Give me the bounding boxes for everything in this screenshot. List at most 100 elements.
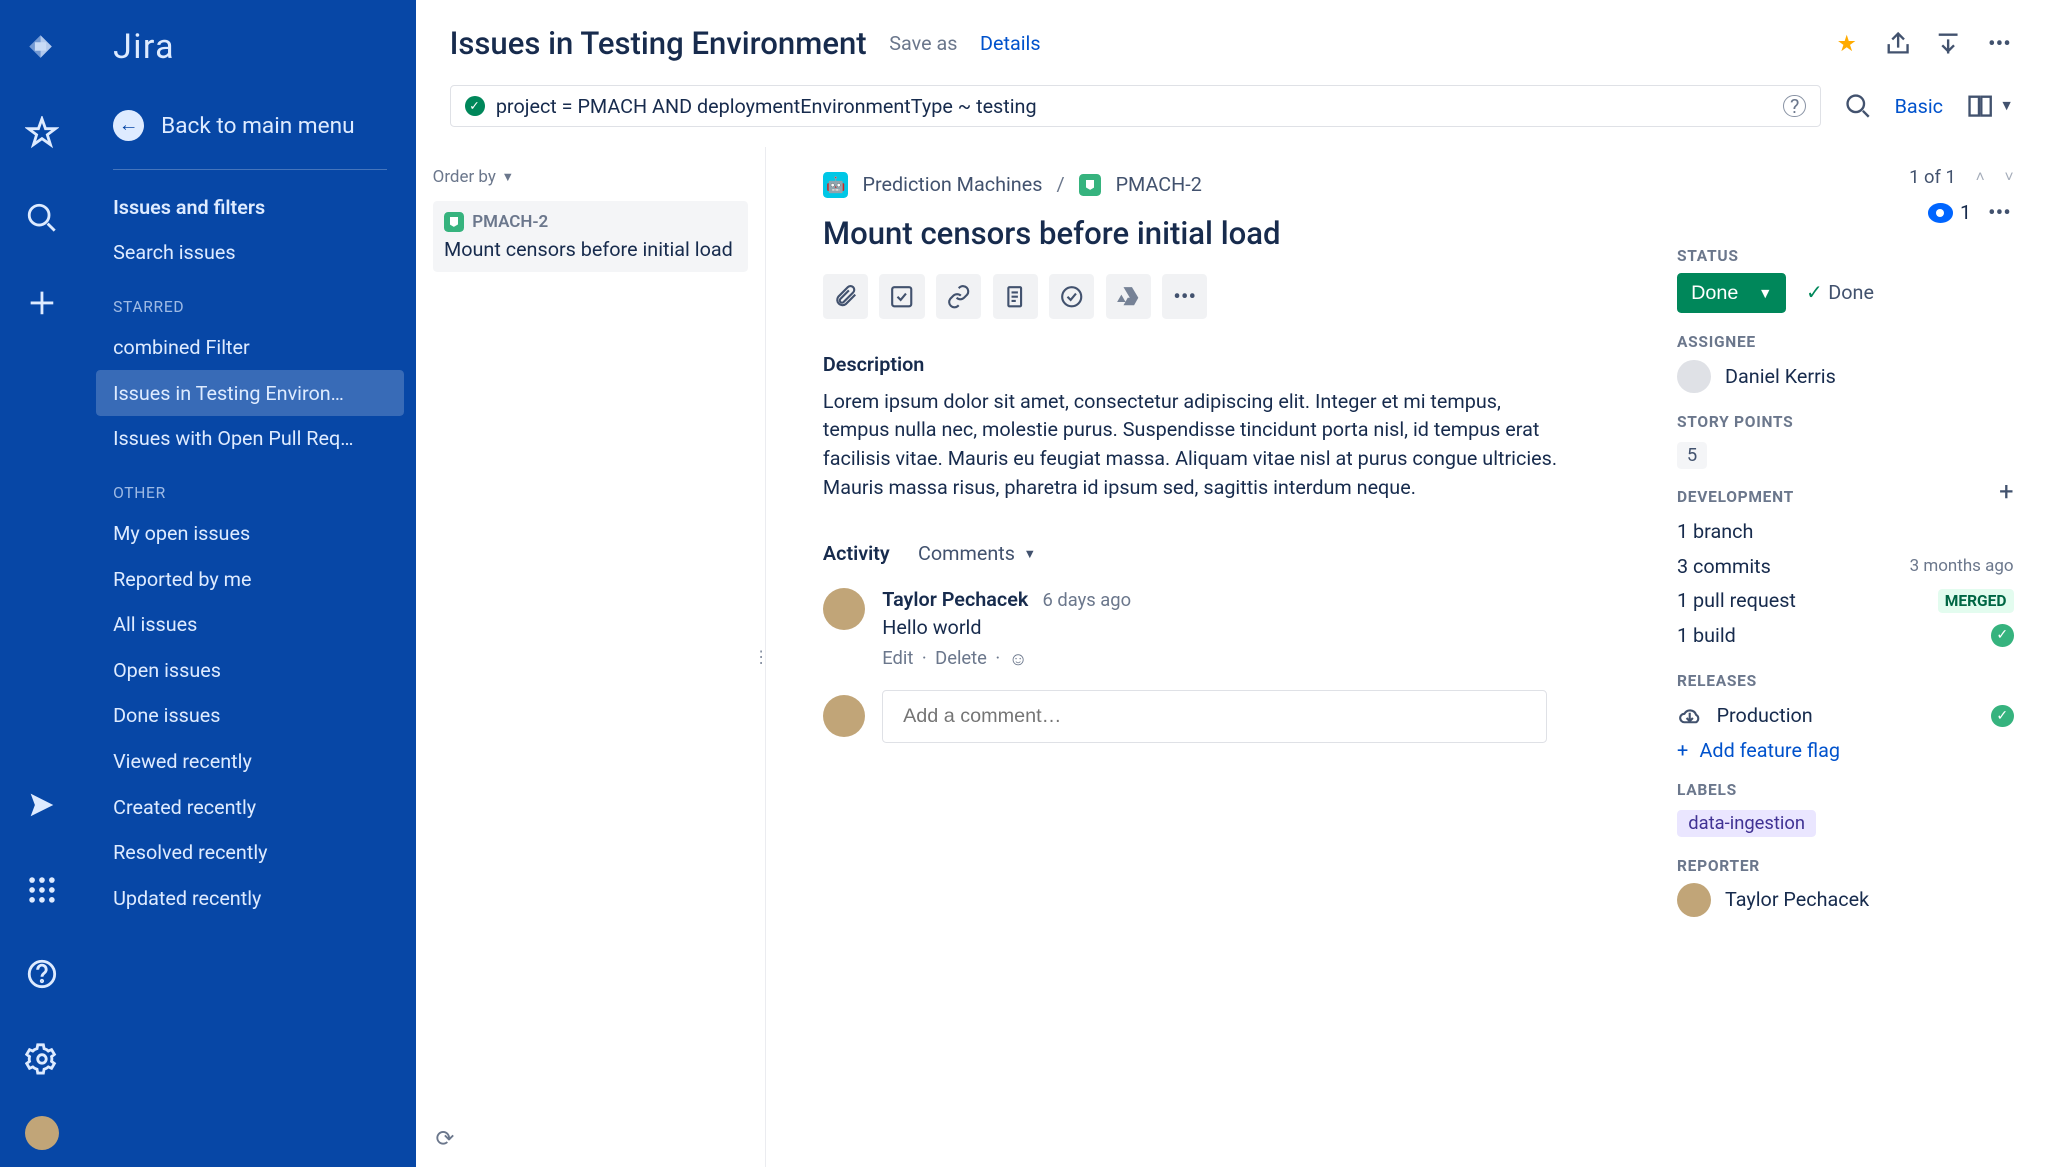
profile-avatar[interactable] [25,1116,59,1150]
notifications-icon[interactable] [14,776,71,833]
breadcrumb-key[interactable]: PMACH-2 [1116,173,1202,196]
settings-icon[interactable] [14,1031,71,1088]
development-label: DEVELOPMENT [1677,488,1794,506]
issue-title[interactable]: Mount censors before initial load [823,215,1629,252]
sidebar-other-4[interactable]: Done issues [96,693,404,739]
breadcrumb-project[interactable]: Prediction Machines [862,173,1042,196]
sidebar-starred-0[interactable]: combined Filter [96,325,404,371]
jql-input[interactable]: ✓ project = PMACH AND deploymentEnvironm… [450,85,1821,127]
sidebar-search-issues[interactable]: Search issues [96,230,404,276]
labels-label: LABELS [1677,781,2014,799]
link-icon[interactable] [936,274,981,319]
add-flag-label: Add feature flag [1700,739,1840,762]
page-title: Issues in Testing Environment [450,25,867,62]
star-icon[interactable] [14,105,71,162]
icon-rail [0,0,85,1167]
reporter[interactable]: Taylor Pechacek [1677,883,2014,917]
description-body[interactable]: Lorem ipsum dolor sit amet, consectetur … [823,388,1558,503]
comment-avatar[interactable] [823,588,865,630]
refresh-icon[interactable]: ⟳ [435,1125,454,1152]
label-chip[interactable]: data-ingestion [1677,810,1816,837]
issue-more-icon[interactable]: ••• [1985,199,2013,227]
dev-prs[interactable]: 1 pull requestMERGED [1677,583,2014,618]
breadcrumb-sep: / [1057,173,1065,196]
sidebar-other-6[interactable]: Created recently [96,784,404,830]
search-icon[interactable] [14,189,71,246]
drive-icon[interactable] [1106,274,1151,319]
order-by[interactable]: Order by▼ [433,161,749,201]
reporter-label: REPORTER [1677,857,2014,875]
issue-detail: 🤖 Prediction Machines / PMACH-2 Mount ce… [766,147,2047,1167]
jql-valid-icon: ✓ [465,96,485,116]
jira-logo-icon[interactable] [14,20,71,77]
jql-text: project = PMACH AND deploymentEnvironmen… [496,95,1037,118]
sidebar-other-3[interactable]: Open issues [96,647,404,693]
sidebar-other-1[interactable]: Reported by me [96,556,404,602]
comment-edit[interactable]: Edit [882,648,913,669]
watch-count: 1 [1960,201,1971,224]
sidebar-other-5[interactable]: Viewed recently [96,739,404,785]
more-actions-icon[interactable]: ••• [1162,274,1207,319]
reaction-icon[interactable]: ☺ [1009,648,1028,670]
issue-main: 🤖 Prediction Machines / PMACH-2 Mount ce… [766,147,1651,1167]
comment: Taylor Pechacek 6 days ago Hello world E… [823,588,1629,670]
search-button-icon[interactable] [1844,92,1872,120]
release-item[interactable]: Production ✓ [1677,699,2014,733]
sidebar-other-0[interactable]: My open issues [96,511,404,557]
sidebar-other-8[interactable]: Updated recently [96,875,404,921]
basic-toggle[interactable]: Basic [1895,95,1943,118]
next-icon[interactable]: ˅ [2004,168,2013,187]
comment-author[interactable]: Taylor Pechacek [882,588,1028,611]
column-resize-handle[interactable]: ⋮ [753,646,770,667]
status-button[interactable]: Done▼ [1677,273,1786,313]
attach-icon[interactable] [823,274,868,319]
add-comment-input[interactable] [882,690,1547,743]
sidebar-other-2[interactable]: All issues [96,602,404,648]
story-points-value[interactable]: 5 [1677,442,1707,469]
star-filter-icon[interactable]: ★ [1833,30,1861,58]
watchers[interactable]: 1 [1928,201,1972,224]
dev-commits-meta: 3 months ago [1910,556,2014,576]
dot-sep: · [922,648,927,669]
layout-switcher[interactable]: ▼ [1966,92,2014,120]
save-as-link[interactable]: Save as [889,32,957,55]
back-to-main-menu[interactable]: ← Back to main menu [96,96,404,155]
comment-delete[interactable]: Delete [935,648,987,669]
add-feature-flag[interactable]: +Add feature flag [1677,739,2014,762]
check-circle-icon[interactable] [1049,274,1094,319]
reporter-name: Taylor Pechacek [1725,888,1869,911]
sidebar-starred-head: STARRED [96,276,404,325]
prev-icon[interactable]: ˄ [1976,168,1985,187]
share-icon[interactable] [1884,30,1912,58]
subtask-icon[interactable] [879,274,924,319]
page-icon[interactable] [993,274,1038,319]
more-icon[interactable]: ••• [1985,30,2013,58]
jql-help-icon[interactable]: ? [1783,95,1806,118]
create-icon[interactable] [14,274,71,331]
assignee[interactable]: Daniel Kerris [1677,360,2014,394]
comments-tab[interactable]: Comments▼ [918,542,1036,565]
issue-type-icon [1079,174,1102,197]
dev-branch[interactable]: 1 branch [1677,515,2014,549]
back-arrow-icon: ← [113,110,144,141]
dev-build[interactable]: 1 build✓ [1677,618,2014,652]
export-icon[interactable] [1934,30,1962,58]
sidebar-starred-2[interactable]: Issues with Open Pull Req… [96,416,404,462]
sidebar-other-7[interactable]: Resolved recently [96,830,404,876]
issue-summary: Mount censors before initial load [444,238,737,261]
sidebar-issues-and-filters[interactable]: Issues and filters [96,185,404,231]
sidebar: Jira ← Back to main menu Issues and filt… [85,0,416,1167]
help-icon[interactable] [14,946,71,1003]
build-success-icon: ✓ [1991,624,2014,647]
apps-icon[interactable] [14,861,71,918]
details-link[interactable]: Details [980,32,1041,55]
issue-card[interactable]: PMACH-2 Mount censors before initial loa… [433,201,749,272]
dev-prs-text: 1 pull request [1677,589,1796,612]
chevron-down-icon: ▼ [1758,285,1772,301]
sidebar-starred-1[interactable]: Issues in Testing Environ… [96,370,404,416]
dot-sep: · [995,648,1000,669]
sidebar-other-head: OTHER [96,462,404,511]
add-comment-row [823,690,1629,743]
dev-commits[interactable]: 3 commits3 months ago [1677,549,2014,583]
dev-add-icon[interactable]: + [1999,477,2013,507]
